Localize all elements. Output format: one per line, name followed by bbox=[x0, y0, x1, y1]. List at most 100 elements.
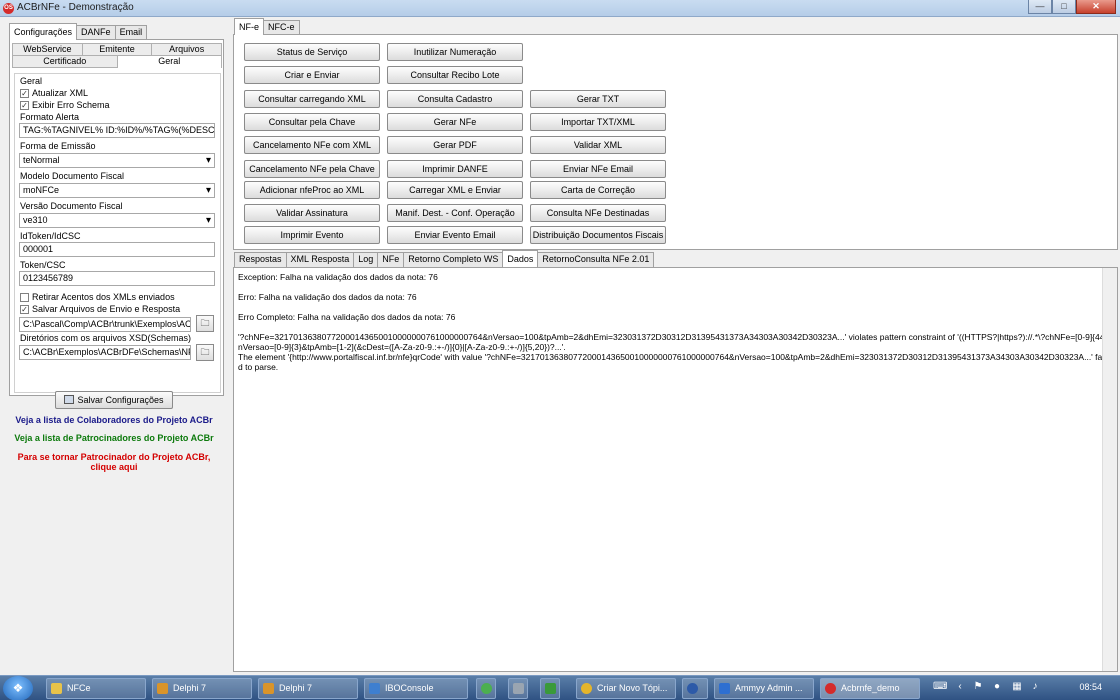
consultar-recibo-button[interactable]: Consultar Recibo Lote bbox=[387, 66, 523, 84]
taskbar-label: Criar Novo Tópi... bbox=[597, 683, 668, 693]
save-config-button[interactable]: Salvar Configurações bbox=[55, 391, 173, 409]
tab-email[interactable]: Email bbox=[114, 25, 148, 40]
validar-xml-button[interactable]: Validar XML bbox=[530, 136, 666, 154]
patrocinadores-link[interactable]: Veja a lista de Patrocinadores do Projet… bbox=[0, 433, 228, 443]
token-input[interactable]: 0123456789 bbox=[19, 271, 215, 286]
close-button[interactable]: ✕ bbox=[1076, 0, 1116, 14]
token-label: Token/CSC bbox=[20, 260, 66, 270]
tab-dados[interactable]: Dados bbox=[502, 250, 539, 267]
consultar-xml-button[interactable]: Consultar carregando XML bbox=[244, 90, 380, 108]
keyboard-icon[interactable]: ⌨ bbox=[933, 681, 947, 693]
result-line-erro-completo: Erro Completo: Falha na validação dos da… bbox=[238, 312, 456, 322]
maximize-button[interactable]: □ bbox=[1052, 0, 1076, 14]
importar-txt-xml-button[interactable]: Importar TXT/XML bbox=[530, 113, 666, 131]
taskbar-item-acbrnfe[interactable]: Acbrnfe_demo bbox=[820, 678, 920, 699]
network-icon[interactable]: ▦ bbox=[1012, 681, 1022, 693]
flag-icon[interactable]: ⚑ bbox=[973, 681, 983, 693]
taskbar-pin-3[interactable] bbox=[540, 678, 560, 699]
taskbar-pin-2[interactable] bbox=[508, 678, 528, 699]
clock[interactable]: 08:54 bbox=[1079, 682, 1102, 692]
colaboradores-link[interactable]: Veja a lista de Colaboradores do Projeto… bbox=[0, 415, 228, 425]
nfe-panel: NF-e NFC-e Status de Serviço Criar e Env… bbox=[233, 17, 1120, 675]
dados-memo[interactable]: Exception: Falha na validação dos dados … bbox=[233, 267, 1118, 672]
distribuicao-documentos-button[interactable]: Distribuição Documentos Fiscais bbox=[530, 226, 666, 244]
carta-correcao-button[interactable]: Carta de Correção bbox=[530, 181, 666, 199]
taskbar-pin-1[interactable] bbox=[476, 678, 496, 699]
become-sponsor-line1: Para se tornar Patrocinador do Projeto A… bbox=[17, 452, 211, 462]
acbr-icon bbox=[825, 683, 836, 694]
browse-folder-icon[interactable]: 🗀 bbox=[196, 344, 214, 361]
exibir-erro-label: Exibir Erro Schema bbox=[32, 100, 110, 110]
app-icon bbox=[687, 683, 698, 694]
modelo-select[interactable]: moNFCe bbox=[19, 183, 215, 198]
become-sponsor-line2: clique aqui bbox=[90, 462, 138, 472]
idtoken-label: IdToken/IdCSC bbox=[20, 231, 81, 241]
result-line-details: '?chNFe=32170136380772000143650010000000… bbox=[238, 332, 1113, 372]
formato-alerta-input[interactable]: TAG:%TAGNIVEL% ID:%ID%/%TAG%(%DESCRICA bbox=[19, 123, 215, 138]
imprimir-danfe-button[interactable]: Imprimir DANFE bbox=[387, 160, 523, 178]
minimize-button[interactable]: — bbox=[1028, 0, 1052, 14]
cancelamento-chave-button[interactable]: Cancelamento NFe pela Chave bbox=[244, 160, 380, 178]
gerar-nfe-button[interactable]: Gerar NFe bbox=[387, 113, 523, 131]
tab-xml-resposta[interactable]: XML Resposta bbox=[285, 252, 355, 267]
consulta-cadastro-button[interactable]: Consulta Cadastro bbox=[387, 90, 523, 108]
gerar-txt-button[interactable]: Gerar TXT bbox=[530, 90, 666, 108]
show-hidden-icons[interactable]: ‹ bbox=[955, 681, 965, 693]
criar-enviar-button[interactable]: Criar e Enviar bbox=[244, 66, 380, 84]
gerar-pdf-button[interactable]: Gerar PDF bbox=[387, 136, 523, 154]
taskbar-item-iboconsole[interactable]: IBOConsole bbox=[364, 678, 468, 699]
app-icon bbox=[513, 683, 524, 694]
tab-log[interactable]: Log bbox=[353, 252, 379, 267]
carregar-xml-enviar-button[interactable]: Carregar XML e Enviar bbox=[387, 181, 523, 199]
salvar-arquivos-checkbox[interactable]: ✓ Salvar Arquivos de Envio e Resposta bbox=[20, 304, 180, 314]
enviar-evento-email-button[interactable]: Enviar Evento Email bbox=[387, 226, 523, 244]
app-icon: OS bbox=[3, 3, 14, 14]
taskbar-pin-4[interactable] bbox=[682, 678, 708, 699]
taskbar-item-chrome[interactable]: Criar Novo Tópi... bbox=[576, 678, 676, 699]
exibir-erro-schema-checkbox[interactable]: ✓ Exibir Erro Schema bbox=[20, 100, 110, 110]
status-servico-button[interactable]: Status de Serviço bbox=[244, 43, 380, 61]
tab-configuracoes[interactable]: Configurações bbox=[9, 23, 78, 40]
tab-retorno-completo[interactable]: Retorno Completo WS bbox=[403, 252, 504, 267]
salvar-path-input[interactable]: C:\Pascal\Comp\ACBr\trunk\Exemplos\ACBrN bbox=[19, 317, 191, 332]
schemas-path-input[interactable]: C:\ACBr\Exemplos\ACBrDFe\Schemas\NFe bbox=[19, 345, 191, 360]
vertical-scrollbar[interactable] bbox=[1102, 268, 1117, 671]
checked-icon: ✓ bbox=[20, 304, 29, 314]
delphi-icon bbox=[263, 683, 274, 694]
subtab-geral[interactable]: Geral bbox=[116, 55, 222, 68]
retirar-acentos-checkbox[interactable]: Retirar Acentos dos XMLs enviados bbox=[20, 292, 175, 302]
adicionar-nfeproc-button[interactable]: Adicionar nfeProc ao XML bbox=[244, 181, 380, 199]
start-button[interactable]: ❖ bbox=[3, 676, 33, 700]
atualizar-xml-checkbox[interactable]: ✓ Atualizar XML bbox=[20, 88, 88, 98]
taskbar-item-delphi-1[interactable]: Delphi 7 bbox=[152, 678, 252, 699]
taskbar-item-delphi-2[interactable]: Delphi 7 bbox=[258, 678, 358, 699]
consulta-nfe-destinadas-button[interactable]: Consulta NFe Destinadas bbox=[530, 204, 666, 222]
idtoken-input[interactable]: 000001 bbox=[19, 242, 215, 257]
tab-nfe-xml[interactable]: NFe bbox=[377, 252, 405, 267]
browse-folder-icon[interactable]: 🗀 bbox=[196, 315, 214, 332]
save-config-label: Salvar Configurações bbox=[77, 395, 164, 405]
inutilizar-numeracao-button[interactable]: Inutilizar Numeração bbox=[387, 43, 523, 61]
cancelamento-xml-button[interactable]: Cancelamento NFe com XML bbox=[244, 136, 380, 154]
enviar-nfe-email-button[interactable]: Enviar NFe Email bbox=[530, 160, 666, 178]
volume-icon[interactable]: ♪ bbox=[1030, 681, 1040, 693]
become-sponsor-link[interactable]: Para se tornar Patrocinador do Projeto A… bbox=[0, 452, 228, 472]
tab-retorno-consulta[interactable]: RetornoConsulta NFe 2.01 bbox=[537, 252, 655, 267]
taskbar-item-nfce[interactable]: NFCe bbox=[46, 678, 146, 699]
subtab-certificado[interactable]: Certificado bbox=[12, 55, 118, 68]
forma-emissao-label: Forma de Emissão bbox=[20, 141, 96, 151]
taskbar-item-ammyy[interactable]: Ammyy Admin ... bbox=[714, 678, 814, 699]
consultar-chave-button[interactable]: Consultar pela Chave bbox=[244, 113, 380, 131]
shield-icon[interactable]: ● bbox=[992, 681, 1002, 693]
tab-danfe[interactable]: DANFe bbox=[76, 25, 116, 40]
tab-nfe[interactable]: NF-e bbox=[234, 18, 264, 35]
manif-dest-button[interactable]: Manif. Dest. - Conf. Operação bbox=[387, 204, 523, 222]
tab-nfce[interactable]: NFC-e bbox=[263, 20, 300, 35]
validar-assinatura-button[interactable]: Validar Assinatura bbox=[244, 204, 380, 222]
forma-emissao-select[interactable]: teNormal bbox=[19, 153, 215, 168]
tab-respostas[interactable]: Respostas bbox=[234, 252, 287, 267]
imprimir-evento-button[interactable]: Imprimir Evento bbox=[244, 226, 380, 244]
config-tab-page: WebService Emitente Arquivos Certificado… bbox=[9, 39, 224, 396]
versao-select[interactable]: ve310 bbox=[19, 213, 215, 228]
versao-label: Versão Documento Fiscal bbox=[20, 201, 123, 211]
